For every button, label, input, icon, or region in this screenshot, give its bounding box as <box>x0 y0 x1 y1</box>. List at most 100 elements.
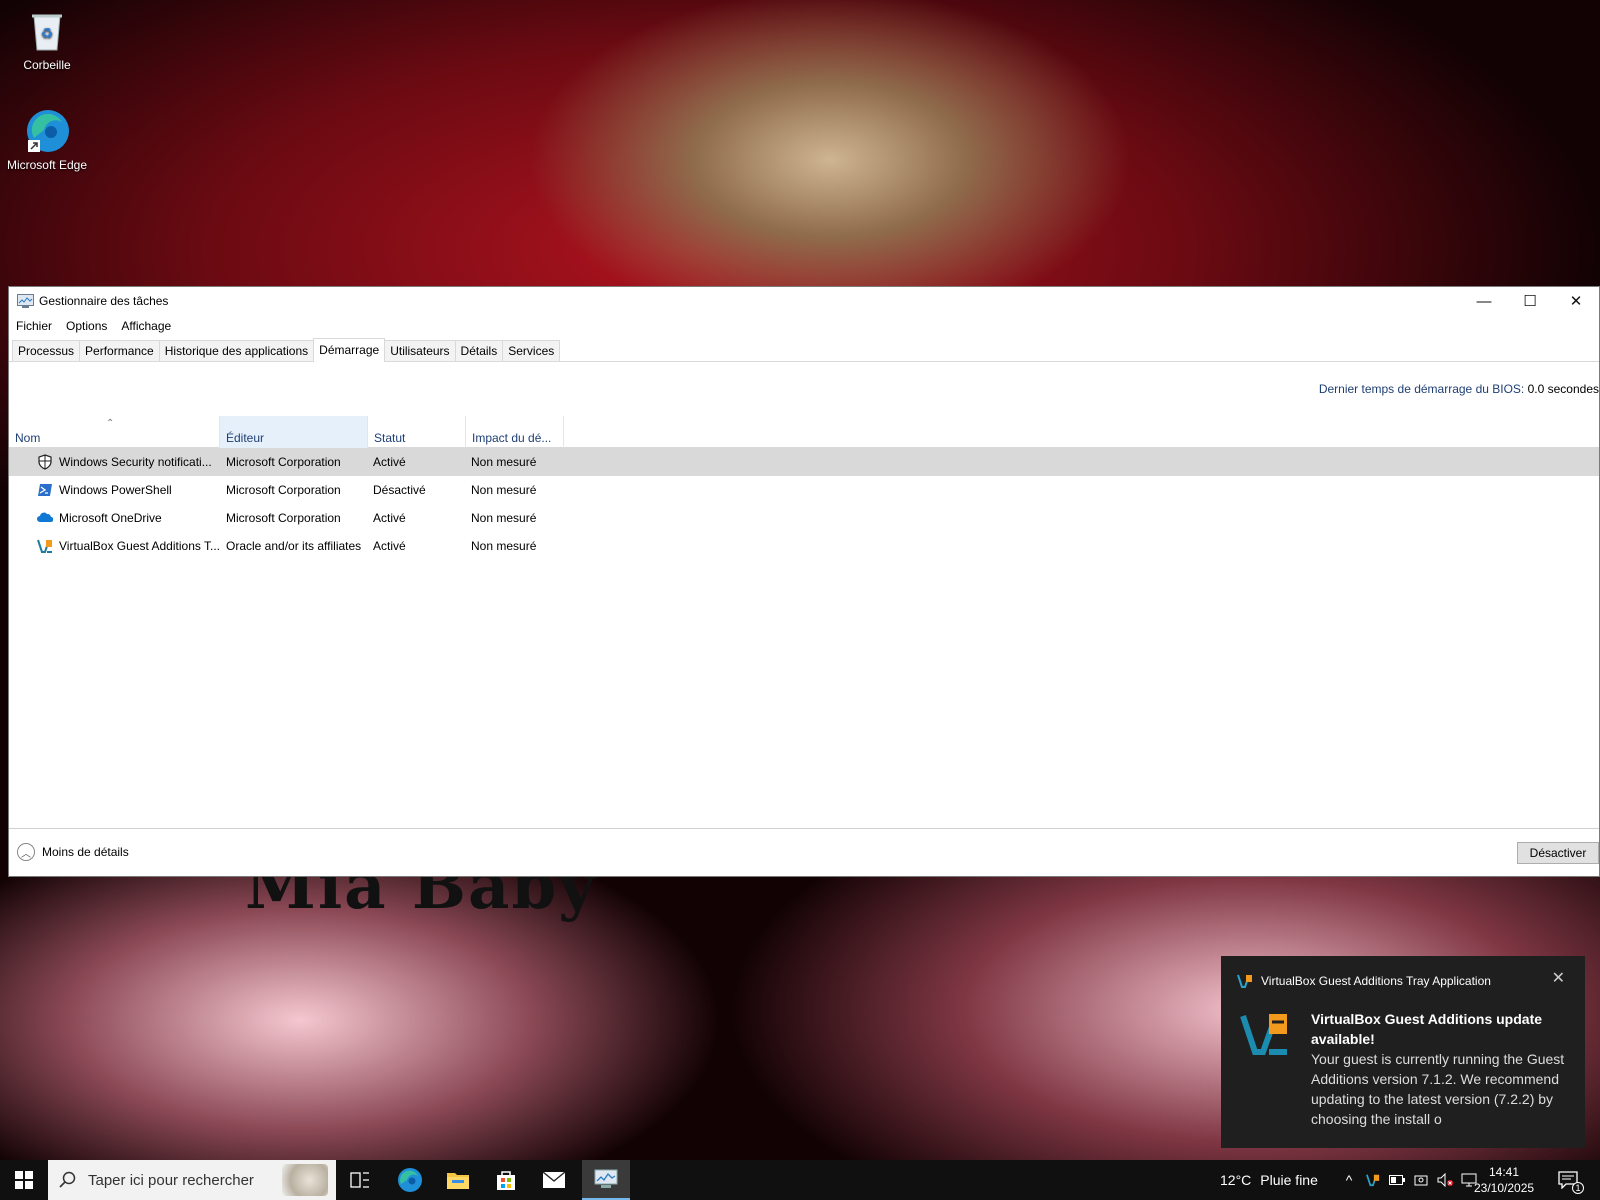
row-status: Désactivé <box>373 483 426 497</box>
desktop-icon-recycle-bin[interactable]: ♻ Corbeille <box>2 8 92 72</box>
window-title: Gestionnaire des tâches <box>39 294 169 308</box>
startup-list: Windows Security notificati... Microsoft… <box>9 448 1599 560</box>
desktop-icon-label: Corbeille <box>23 58 71 72</box>
edge-icon <box>24 108 70 154</box>
desktop-icon-label: Microsoft Edge <box>6 158 88 172</box>
notification-count-badge: 1 <box>1572 1182 1584 1194</box>
notification-toast[interactable]: VirtualBox Guest Additions Tray Applicat… <box>1221 956 1585 1148</box>
chevron-up-icon: ︿ <box>17 843 35 861</box>
tab-processes[interactable]: Processus <box>12 340 81 361</box>
row-publisher: Microsoft Corporation <box>226 511 341 525</box>
tab-strip: Processus Performance Historique des app… <box>9 337 1599 362</box>
search-highlight-icon <box>282 1164 328 1196</box>
desktop-icon-edge[interactable]: Microsoft Edge <box>2 108 92 172</box>
weather-temp: 12°C <box>1220 1172 1252 1188</box>
row-status: Activé <box>373 539 406 553</box>
tab-app-history[interactable]: Historique des applications <box>158 340 315 361</box>
toast-app-name: VirtualBox Guest Additions Tray Applicat… <box>1261 974 1491 988</box>
minimize-button[interactable]: — <box>1461 287 1507 315</box>
taskbar: Taper ici pour rechercher 12°C Pluie fin… <box>0 1160 1600 1200</box>
tab-users[interactable]: Utilisateurs <box>384 340 456 361</box>
toast-close-icon[interactable]: ✕ <box>1552 968 1565 988</box>
table-header: ⌃ Nom Éditeur Statut Impact du dé... <box>9 416 1599 448</box>
store-icon <box>497 1171 515 1190</box>
virtualbox-icon <box>1237 973 1253 989</box>
row-status: Activé <box>373 511 406 525</box>
task-manager-icon <box>17 294 34 308</box>
tab-details[interactable]: Détails <box>454 340 504 361</box>
volume-muted-icon[interactable] <box>1433 1173 1457 1187</box>
folder-icon <box>447 1173 469 1189</box>
toast-header: VirtualBox Guest Additions Tray Applicat… <box>1237 973 1491 989</box>
tab-performance[interactable]: Performance <box>79 340 160 361</box>
virtualbox-icon <box>37 538 53 554</box>
menu-options[interactable]: Options <box>66 319 107 333</box>
column-header-status[interactable]: Statut <box>368 416 466 448</box>
row-status: Activé <box>373 455 406 469</box>
close-button[interactable]: ✕ <box>1553 287 1599 315</box>
row-name: Windows Security notificati... <box>59 455 212 469</box>
menu-view[interactable]: Affichage <box>121 319 171 333</box>
powershell-icon <box>37 482 53 498</box>
clock-date: 23/10/2025 <box>1474 1181 1535 1195</box>
bottom-bar: ︿ Moins de détails Désactiver <box>9 828 1599 876</box>
toast-message: Your guest is currently running the Gues… <box>1311 1051 1565 1127</box>
clock-time: 14:41 <box>1488 1165 1520 1179</box>
bios-time-label: Dernier temps de démarrage du BIOS: <box>1318 382 1525 396</box>
fewer-details-label: Moins de détails <box>42 845 129 859</box>
svg-text:♻: ♻ <box>41 25 54 41</box>
virtualbox-logo-icon <box>1239 1008 1291 1060</box>
shield-icon <box>37 454 53 470</box>
column-header-impact[interactable]: Impact du dé... <box>466 416 564 448</box>
disable-button[interactable]: Désactiver <box>1517 842 1599 864</box>
mail-icon <box>542 1171 566 1188</box>
taskbar-file-explorer[interactable] <box>434 1160 482 1200</box>
menu-file[interactable]: Fichier <box>16 319 52 333</box>
maximize-button[interactable]: ☐ <box>1507 287 1553 315</box>
clock[interactable]: 14:41 23/10/2025 <box>1474 1164 1534 1196</box>
row-name: VirtualBox Guest Additions T... <box>59 539 219 553</box>
meet-now-icon[interactable] <box>1409 1173 1433 1187</box>
recycle-bin-icon: ♻ <box>24 8 70 54</box>
column-header-publisher[interactable]: Éditeur <box>220 416 368 448</box>
tab-startup[interactable]: Démarrage <box>313 338 386 362</box>
taskbar-search[interactable]: Taper ici pour rechercher <box>48 1160 336 1200</box>
start-button[interactable] <box>0 1160 48 1200</box>
windows-logo-icon <box>15 1171 33 1189</box>
search-icon <box>48 1171 88 1189</box>
row-publisher: Oracle and/or its affiliates <box>226 539 362 553</box>
taskbar-mail[interactable] <box>530 1160 578 1200</box>
task-manager-icon <box>594 1169 618 1188</box>
table-row[interactable]: VirtualBox Guest Additions T... Oracle a… <box>9 532 1599 560</box>
taskbar-task-manager[interactable] <box>582 1160 630 1200</box>
onedrive-icon <box>37 510 54 526</box>
row-name: Microsoft OneDrive <box>59 511 162 525</box>
table-row[interactable]: Windows Security notificati... Microsoft… <box>9 448 1599 476</box>
battery-icon[interactable] <box>1385 1175 1409 1185</box>
table-row[interactable]: Windows PowerShell Microsoft Corporation… <box>9 476 1599 504</box>
taskbar-store[interactable] <box>482 1160 530 1200</box>
chevron-up-icon[interactable]: ^ <box>1337 1172 1361 1188</box>
search-placeholder: Taper ici pour rechercher <box>88 1171 254 1189</box>
column-header-name[interactable]: Nom <box>9 416 220 448</box>
row-impact: Non mesuré <box>471 511 537 525</box>
table-row[interactable]: Microsoft OneDrive Microsoft Corporation… <box>9 504 1599 532</box>
title-bar[interactable]: Gestionnaire des tâches — ☐ ✕ <box>9 287 1599 315</box>
tab-services[interactable]: Services <box>502 340 561 361</box>
taskbar-edge[interactable] <box>386 1160 434 1200</box>
toast-title: VirtualBox Guest Additions update availa… <box>1311 1011 1543 1047</box>
task-manager-window: Gestionnaire des tâches — ☐ ✕ Fichier Op… <box>8 286 1600 877</box>
edge-icon <box>398 1168 422 1192</box>
virtualbox-tray-icon[interactable] <box>1361 1173 1385 1187</box>
notification-center-button[interactable]: 1 <box>1548 1160 1588 1200</box>
row-name: Windows PowerShell <box>59 483 172 497</box>
row-publisher: Microsoft Corporation <box>226 455 341 469</box>
system-tray: ^ <box>1337 1160 1481 1200</box>
weather-text: Pluie fine <box>1260 1172 1318 1188</box>
row-impact: Non mesuré <box>471 455 537 469</box>
fewer-details-button[interactable]: ︿ Moins de détails <box>17 843 129 861</box>
task-view-button[interactable] <box>336 1160 384 1200</box>
weather-widget[interactable]: 12°C Pluie fine <box>1220 1160 1318 1200</box>
bios-time: Dernier temps de démarrage du BIOS: 0.0 … <box>1319 382 1599 396</box>
menu-bar: Fichier Options Affichage <box>9 315 1599 337</box>
